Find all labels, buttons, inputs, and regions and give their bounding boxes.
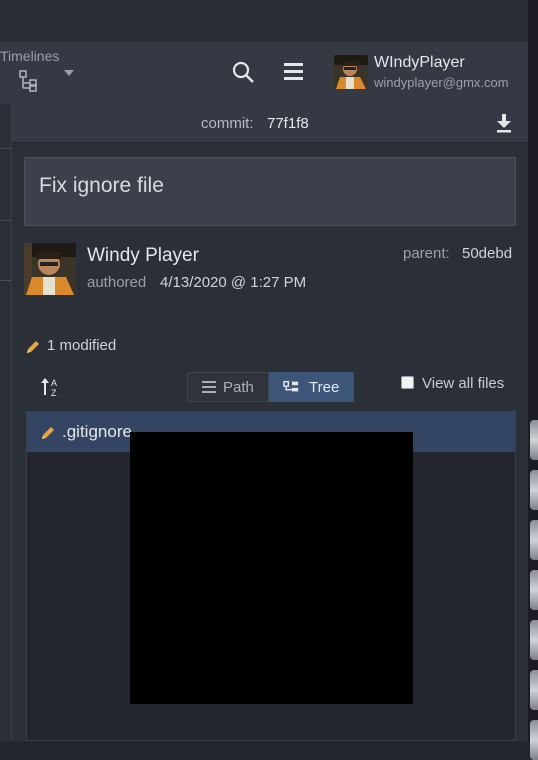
scroll-knob — [530, 720, 538, 760]
chevron-down-icon[interactable] — [62, 68, 76, 78]
commit-hash[interactable]: 77f1f8 — [267, 115, 309, 132]
modified-summary: 1 modified — [47, 337, 117, 354]
list-icon — [202, 381, 216, 393]
scroll-knob — [530, 520, 538, 560]
scroll-knob — [530, 670, 538, 710]
author-avatar — [24, 243, 76, 295]
commit-message: Fix ignore file — [39, 174, 164, 197]
svg-text:Z: Z — [51, 388, 57, 398]
commit-message-box[interactable]: Fix ignore file — [24, 157, 516, 226]
top-toolbar: Timelines WIndyPlayer windyplayer@gmx.co… — [0, 42, 528, 105]
pencil-icon — [42, 427, 54, 439]
right-window-edge — [528, 0, 538, 760]
left-panel-edge — [0, 104, 12, 741]
scroll-knob — [530, 620, 538, 660]
tree-icon — [283, 380, 299, 392]
user-name[interactable]: WIndyPlayer — [374, 54, 465, 72]
view-all-files-checkbox[interactable] — [401, 376, 414, 389]
scroll-knob — [530, 420, 538, 460]
authored-label: authored — [87, 274, 147, 291]
redacted-overlay — [130, 432, 413, 704]
svg-text:A: A — [51, 378, 57, 388]
parent-label: parent: — [403, 245, 450, 262]
menu-icon[interactable] — [282, 61, 306, 83]
divider — [0, 148, 11, 149]
scroll-knob — [530, 470, 538, 510]
view-tree-label: Tree — [309, 379, 340, 396]
view-path-button[interactable]: Path — [187, 372, 269, 402]
timelines-label: Timelines — [0, 48, 60, 64]
window-titlebar — [0, 0, 528, 42]
scroll-knob — [530, 570, 538, 610]
pencil-icon — [27, 341, 39, 353]
author-name: Windy Player — [87, 245, 199, 266]
view-path-label: Path — [223, 379, 254, 396]
file-name: .gitignore — [62, 422, 132, 441]
user-email: windyplayer@gmx.com — [374, 75, 509, 90]
timelines-icon[interactable] — [18, 70, 40, 92]
view-tree-button[interactable]: Tree — [269, 372, 354, 402]
download-icon[interactable] — [494, 112, 514, 134]
divider — [0, 220, 11, 221]
user-avatar[interactable] — [334, 55, 368, 89]
view-all-files-label[interactable]: View all files — [422, 375, 504, 392]
commit-label: commit: — [201, 115, 254, 132]
search-icon[interactable] — [231, 60, 255, 84]
divider — [0, 280, 11, 281]
sort-az-icon[interactable]: A Z — [40, 376, 62, 398]
parent-hash[interactable]: 50debd — [462, 245, 512, 262]
authored-date: 4/13/2020 @ 1:27 PM — [160, 274, 307, 291]
commit-header: commit: 77f1f8 — [12, 104, 528, 143]
